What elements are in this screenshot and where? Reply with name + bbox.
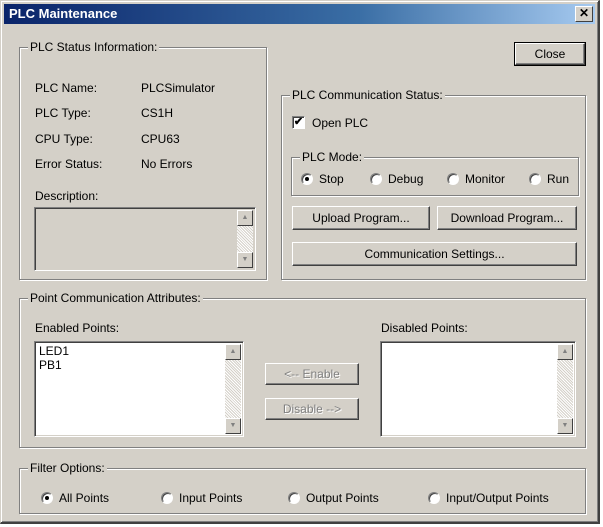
window-title: PLC Maintenance — [9, 6, 118, 21]
scroll-up-icon[interactable]: ▲ — [225, 344, 241, 360]
disabled-points-scrollbar[interactable]: ▲ ▼ — [557, 344, 573, 434]
plc-mode-group-title: PLC Mode: — [300, 150, 365, 164]
radio-icon — [447, 173, 459, 185]
mode-debug-label: Debug — [388, 172, 424, 186]
cpu-type-label: CPU Type: — [35, 132, 93, 146]
filter-input-output-points-radio[interactable]: Input/Output Points — [428, 491, 549, 505]
upload-program-button[interactable]: Upload Program... — [292, 206, 430, 230]
title-bar[interactable]: PLC Maintenance ✕ — [4, 4, 595, 24]
mode-monitor-radio[interactable]: Monitor — [447, 172, 505, 186]
enabled-points-label: Enabled Points: — [35, 321, 120, 335]
filter-options-group-title: Filter Options: — [28, 461, 107, 475]
cpu-type-value: CPU63 — [141, 132, 180, 146]
mode-stop-radio[interactable]: Stop — [301, 172, 344, 186]
scroll-down-icon[interactable]: ▼ — [557, 418, 573, 434]
radio-icon — [428, 492, 440, 504]
scroll-up-icon[interactable]: ▲ — [237, 210, 253, 226]
plc-name-label: PLC Name: — [35, 81, 98, 95]
filter-input-output-points-label: Input/Output Points — [446, 491, 549, 505]
enabled-points-scrollbar[interactable]: ▲ ▼ — [225, 344, 241, 434]
mode-debug-radio[interactable]: Debug — [370, 172, 423, 186]
scroll-up-icon[interactable]: ▲ — [557, 344, 573, 360]
description-box[interactable]: ▲ ▼ — [34, 207, 256, 271]
communication-settings-button[interactable]: Communication Settings... — [292, 242, 577, 266]
filter-output-points-label: Output Points — [306, 491, 379, 505]
plc-status-group: PLC Status Information: PLC Name: PLCSim… — [19, 40, 267, 280]
plc-comm-status-group: PLC Communication Status: ✔ Open PLC PLC… — [281, 88, 586, 280]
point-comm-attributes-group: Point Communication Attributes: Enabled … — [19, 291, 586, 448]
error-status-value: No Errors — [141, 157, 193, 171]
plc-type-value: CS1H — [141, 106, 174, 120]
disabled-points-list[interactable]: ▲ ▼ — [380, 341, 576, 437]
plc-comm-status-group-title: PLC Communication Status: — [290, 88, 445, 102]
filter-all-points-label: All Points — [59, 491, 110, 505]
filter-options-group: Filter Options: All Points Input Points … — [19, 461, 586, 514]
filter-input-points-radio[interactable]: Input Points — [161, 491, 242, 505]
plc-status-group-title: PLC Status Information: — [28, 40, 160, 54]
mode-monitor-label: Monitor — [465, 172, 506, 186]
open-plc-label[interactable]: Open PLC — [312, 116, 368, 130]
enabled-points-list[interactable]: LED1 PB1 ▲ ▼ — [34, 341, 244, 437]
close-icon[interactable]: ✕ — [575, 6, 593, 22]
list-item[interactable]: LED1 — [39, 344, 69, 358]
open-plc-checkbox[interactable]: ✔ — [292, 116, 305, 129]
radio-icon — [529, 173, 541, 185]
plc-maintenance-dialog: PLC Maintenance ✕ PLC Status Information… — [0, 0, 600, 524]
mode-run-radio[interactable]: Run — [529, 172, 569, 186]
radio-icon — [288, 492, 300, 504]
plc-type-label: PLC Type: — [35, 106, 91, 120]
plc-mode-group: PLC Mode: Stop Debug Monitor Run — [291, 150, 579, 196]
enable-button[interactable]: <-- Enable — [265, 363, 359, 385]
filter-output-points-radio[interactable]: Output Points — [288, 491, 379, 505]
scroll-down-icon[interactable]: ▼ — [225, 418, 241, 434]
radio-checked-icon — [41, 492, 53, 504]
disable-button[interactable]: Disable --> — [265, 398, 359, 420]
error-status-label: Error Status: — [35, 157, 103, 171]
enabled-points-items: LED1 PB1 — [39, 344, 69, 372]
mode-run-label: Run — [547, 172, 570, 186]
close-button[interactable]: Close — [514, 42, 586, 66]
plc-name-value: PLCSimulator — [141, 81, 216, 95]
description-label: Description: — [35, 189, 99, 203]
scroll-down-icon[interactable]: ▼ — [237, 252, 253, 268]
disabled-points-label: Disabled Points: — [381, 321, 468, 335]
radio-checked-icon — [301, 173, 313, 185]
point-comm-attributes-group-title: Point Communication Attributes: — [28, 291, 203, 305]
download-program-button[interactable]: Download Program... — [437, 206, 577, 230]
radio-icon — [161, 492, 173, 504]
mode-stop-label: Stop — [319, 172, 344, 186]
description-scrollbar[interactable]: ▲ ▼ — [237, 210, 253, 268]
list-item[interactable]: PB1 — [39, 358, 69, 372]
radio-icon — [370, 173, 382, 185]
filter-input-points-label: Input Points — [179, 491, 243, 505]
filter-all-points-radio[interactable]: All Points — [41, 491, 109, 505]
